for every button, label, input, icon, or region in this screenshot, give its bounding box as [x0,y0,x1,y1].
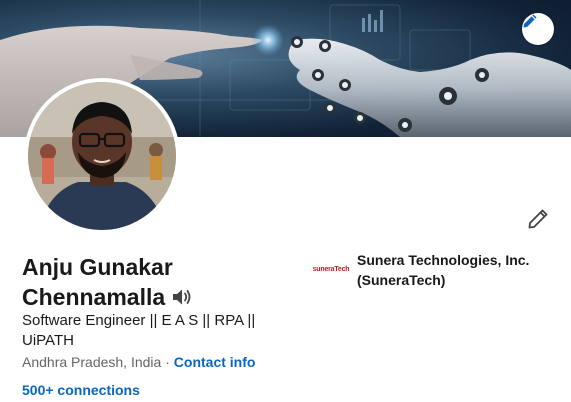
profile-headline: Software Engineer || E A S || RPA || UiP… [22,312,256,349]
location-text: Andhra Pradesh, India [22,354,162,370]
location-row: Andhra Pradesh, India · Contact info [22,353,255,371]
company-name: Sunera Technologies, Inc. [357,252,530,268]
edit-profile-button[interactable] [524,207,552,235]
company-name-block: Sunera Technologies, Inc. (SuneraTech) [357,250,529,290]
speaker-icon[interactable] [171,284,193,314]
profile-name: Anju Gunakar Chennamalla [22,252,282,314]
profile-photo [28,82,176,230]
contact-info-link[interactable]: Contact info [174,354,256,370]
profile-card: Anju Gunakar Chennamalla Software Engine… [0,0,571,402]
avatar[interactable] [24,78,180,234]
current-company[interactable]: suneraTech Sunera Technologies, Inc. (Su… [312,250,554,290]
name-first-line: Anju Gunakar [22,254,173,280]
edit-banner-button[interactable] [522,13,554,45]
company-logo: suneraTech [312,252,350,286]
company-logo-text: suneraTech [312,265,350,273]
company-short-name: (SuneraTech) [357,272,446,288]
name-second-line: Chennamalla [22,284,166,310]
separator-dot: · [161,354,174,370]
pencil-icon [527,208,549,235]
connections-link[interactable]: 500+ connections [22,381,140,399]
